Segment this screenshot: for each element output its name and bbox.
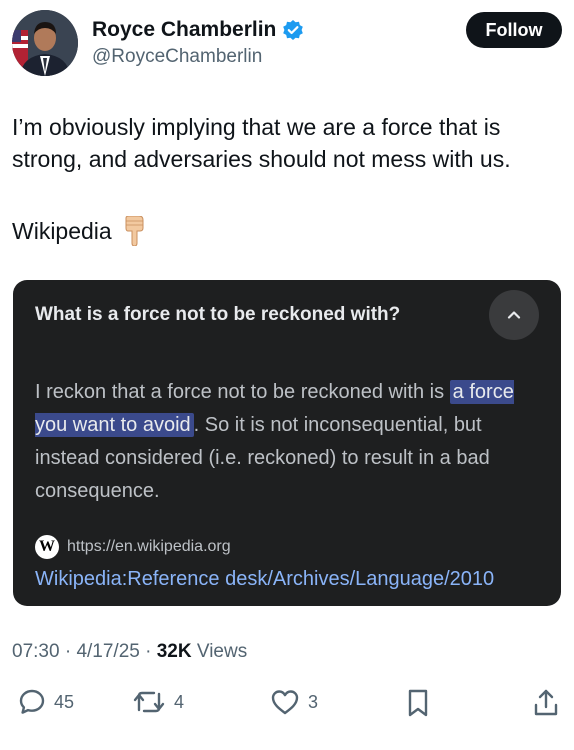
tweet-time[interactable]: 07:30	[12, 641, 60, 662]
verified-badge-icon	[282, 19, 304, 41]
tweet-header: Royce Chamberlin @RoyceChamberlin Follow	[12, 10, 562, 76]
source-title-link[interactable]: Wikipedia:Reference desk/Archives/Langua…	[35, 568, 494, 591]
follow-button[interactable]: Follow	[466, 12, 562, 48]
repost-button[interactable]: 4	[132, 688, 184, 716]
tweet-meta: 07:30 · 4/17/25 · 32K Views	[12, 641, 248, 662]
heart-icon	[271, 690, 299, 715]
views-label: Views	[196, 641, 248, 662]
tweet-text-line2: Wikipedia	[12, 215, 148, 247]
reply-count: 45	[54, 691, 75, 712]
source-row[interactable]: W https://en.wikipedia.org	[35, 535, 231, 559]
share-icon	[534, 689, 558, 716]
quoted-answer-card[interactable]: What is a force not to be reckoned with?…	[13, 280, 561, 606]
repost-icon	[133, 691, 165, 713]
bookmark-button[interactable]	[404, 688, 432, 718]
action-bar: 45 4 3	[12, 688, 562, 722]
tweet-wikipedia-label: Wikipedia	[12, 218, 112, 244]
collapse-button[interactable]	[489, 290, 539, 340]
card-answer: I reckon that a force not to be reckoned…	[35, 376, 540, 508]
tweet-text: I’m obviously implying that we are a for…	[12, 114, 511, 172]
backhand-pointing-down-icon	[122, 215, 148, 247]
author-handle[interactable]: @RoyceChamberlin	[92, 46, 262, 68]
card-question: What is a force not to be reckoned with?	[35, 304, 401, 325]
reply-button[interactable]: 45	[18, 688, 74, 716]
like-button[interactable]: 3	[270, 688, 318, 716]
chevron-up-icon	[507, 311, 521, 319]
source-url[interactable]: https://en.wikipedia.org	[67, 538, 231, 556]
repost-count: 4	[174, 691, 185, 712]
author-name[interactable]: Royce Chamberlin	[92, 18, 276, 42]
wikipedia-icon: W	[35, 535, 59, 559]
tweet-date[interactable]: 4/17/25	[76, 641, 139, 662]
bookmark-icon	[408, 689, 428, 717]
answer-text-before: I reckon that a force not to be reckoned…	[35, 381, 450, 403]
author-name-row: Royce Chamberlin	[92, 18, 304, 42]
share-button[interactable]	[532, 688, 560, 718]
views-count: 32K	[156, 641, 192, 662]
avatar[interactable]	[12, 10, 78, 76]
like-count: 3	[308, 691, 319, 712]
reply-icon	[19, 689, 45, 714]
